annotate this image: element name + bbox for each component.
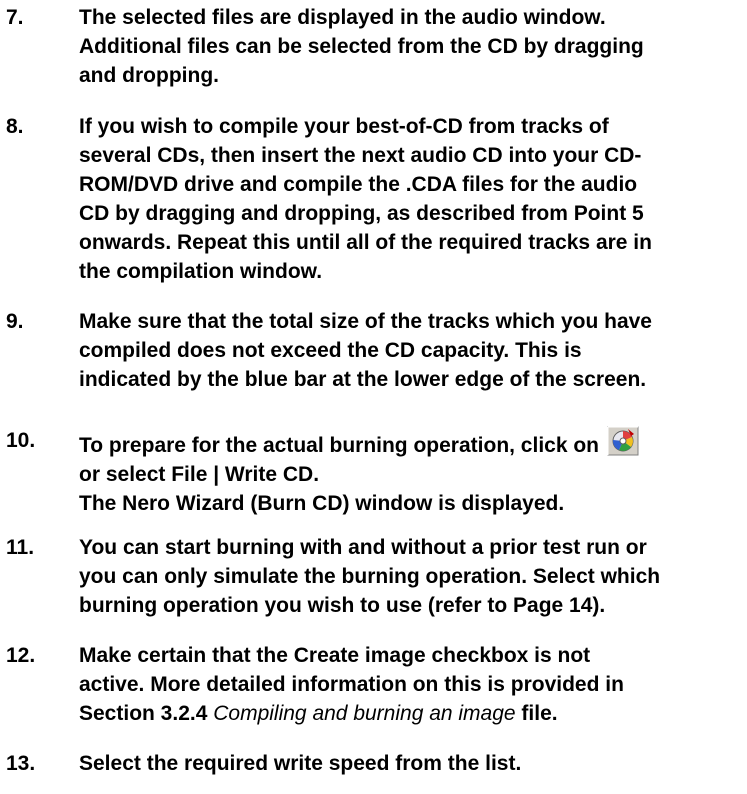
- step-text: Make sure that the total size of the tra…: [79, 307, 740, 394]
- step-number: 9.: [6, 310, 24, 333]
- manual-page: 7. The selected files are displayed in t…: [0, 0, 747, 794]
- step-line: Make certain that the Create image check…: [79, 644, 591, 667]
- step-line: several CDs, then insert the next audio …: [79, 144, 642, 167]
- step-line: onwards. Repeat this until all of the re…: [79, 231, 652, 254]
- step-line: the compilation window.: [79, 260, 323, 283]
- step-12: 12. Make certain that the Create image c…: [6, 641, 740, 728]
- step-line: compiled does not exceed the CD capacity…: [79, 339, 582, 362]
- step-line-text: file.: [515, 702, 558, 725]
- step-line: Make sure that the total size of the tra…: [79, 310, 652, 333]
- step-line: If you wish to compile your best-of-CD f…: [79, 115, 609, 138]
- step-line-text: To prepare for the actual burning operat…: [79, 434, 600, 457]
- step-text: If you wish to compile your best-of-CD f…: [79, 112, 740, 286]
- step-9: 9. Make sure that the total size of the …: [6, 307, 740, 394]
- step-line: burning operation you wish to use (refer…: [79, 594, 606, 617]
- step-line: The Nero Wizard (Burn CD) window is disp…: [79, 492, 565, 515]
- step-7: 7. The selected files are displayed in t…: [6, 3, 740, 90]
- step-text: Select the required write speed from the…: [79, 749, 740, 778]
- step-number: 8.: [6, 115, 24, 138]
- burn-cd-icon: [607, 426, 639, 456]
- step-line: indicated by the blue bar at the lower e…: [79, 368, 647, 391]
- step-line: CD by dragging and dropping, as describe…: [79, 202, 644, 225]
- step-line: Additional files can be selected from th…: [79, 35, 644, 58]
- step-line: To prepare for the actual burning operat…: [79, 426, 740, 460]
- step-number: 7.: [6, 6, 24, 29]
- step-text: The selected files are displayed in the …: [79, 3, 740, 90]
- step-11: 11. You can start burning with and witho…: [6, 533, 740, 620]
- step-text: You can start burning with and without a…: [79, 533, 740, 620]
- step-8: 8. If you wish to compile your best-of-C…: [6, 112, 740, 286]
- step-number: 10.: [6, 429, 36, 452]
- step-line: You can start burning with and without a…: [79, 536, 647, 559]
- step-line: active. More detailed information on thi…: [79, 673, 624, 696]
- step-line: The selected files are displayed in the …: [79, 6, 606, 29]
- step-line: Section 3.2.4 Compiling and burning an i…: [79, 699, 740, 728]
- step-line: or select File | Write CD.: [79, 463, 320, 486]
- step-number: 11.: [6, 536, 35, 559]
- step-line: Select the required write speed from the…: [79, 752, 522, 775]
- step-line: ROM/DVD drive and compile the .CDA files…: [79, 173, 638, 196]
- step-13: 13. Select the required write speed from…: [6, 749, 740, 778]
- section-reference: Section 3.2.4: [79, 702, 214, 725]
- section-title: Compiling and burning an image: [213, 702, 516, 725]
- step-10: 10. To prepare for the actual burning op…: [6, 426, 740, 518]
- step-text: Make certain that the Create image check…: [79, 641, 740, 728]
- step-text: To prepare for the actual burning operat…: [79, 426, 740, 518]
- step-number: 12.: [6, 644, 36, 667]
- step-line: and dropping.: [79, 64, 219, 87]
- step-number: 13.: [6, 752, 36, 775]
- step-line: you can only simulate the burning operat…: [79, 565, 661, 588]
